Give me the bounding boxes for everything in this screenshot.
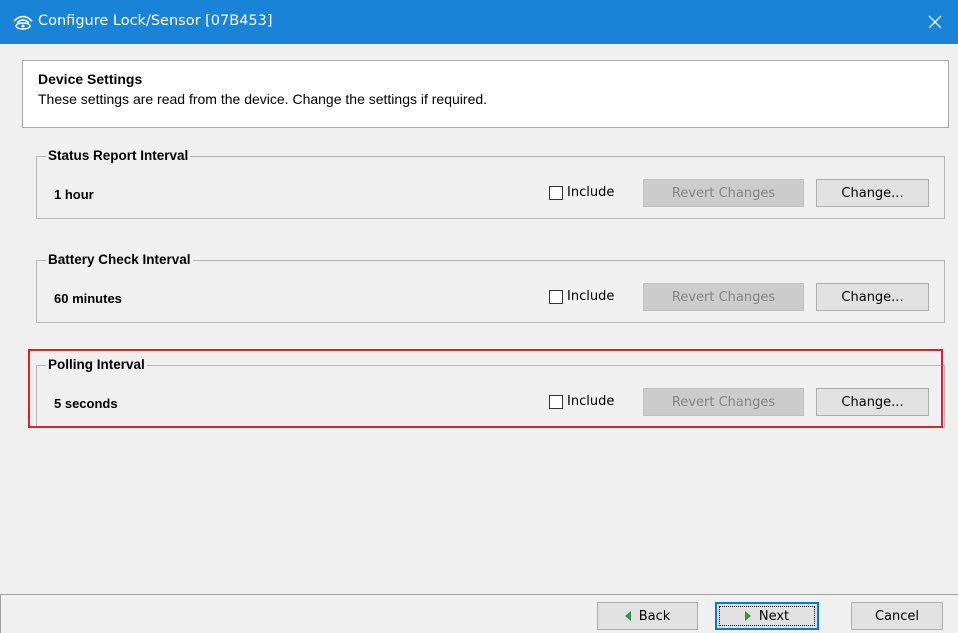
checkbox-box[interactable] <box>549 185 563 200</box>
include-label: Include <box>567 185 615 200</box>
change-button[interactable]: Change... <box>816 283 929 311</box>
highlight-box <box>28 349 943 428</box>
include-checkbox[interactable]: Include <box>549 185 614 200</box>
back-button[interactable]: Back <box>597 602 698 630</box>
revert-changes-button[interactable]: Revert Changes <box>643 179 804 207</box>
next-button[interactable]: Next <box>715 602 819 630</box>
group-value: 1 hour <box>54 187 94 202</box>
window-title: Configure Lock/Sensor [07B453] <box>38 13 273 29</box>
back-label: Back <box>638 608 671 624</box>
close-icon <box>928 15 942 29</box>
include-label: Include <box>567 289 615 304</box>
device-settings-header: Device Settings These settings are read … <box>22 60 949 128</box>
footer-divider-left <box>0 594 1 633</box>
include-checkbox[interactable]: Include <box>549 289 614 304</box>
group-value: 60 minutes <box>54 291 122 306</box>
status-report-interval-group: Status Report Interval 1 hour Include Re… <box>36 148 945 219</box>
header-subtitle: These settings are read from the device.… <box>38 91 488 107</box>
header-title: Device Settings <box>38 71 143 87</box>
group-label: Status Report Interval <box>46 148 191 163</box>
footer-divider <box>0 594 958 595</box>
cancel-label: Cancel <box>874 608 920 624</box>
close-button[interactable] <box>912 0 958 44</box>
next-arrow-icon <box>744 611 751 621</box>
next-label: Next <box>758 608 790 624</box>
battery-check-interval-group: Battery Check Interval 60 minutes Includ… <box>36 252 945 323</box>
change-button[interactable]: Change... <box>816 179 929 207</box>
title-bar: Configure Lock/Sensor [07B453] <box>0 0 958 44</box>
wireless-signal-icon <box>13 15 33 30</box>
cancel-button[interactable]: Cancel <box>851 602 943 630</box>
group-label: Battery Check Interval <box>46 252 193 267</box>
back-arrow-icon <box>624 611 631 621</box>
checkbox-box[interactable] <box>549 289 563 304</box>
revert-changes-button[interactable]: Revert Changes <box>643 283 804 311</box>
